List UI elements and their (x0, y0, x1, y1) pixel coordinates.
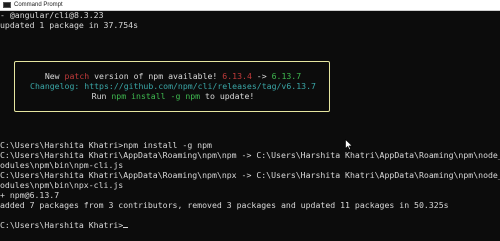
final-prompt-line[interactable]: C:\Users\Harshita Khatri> (0, 220, 129, 230)
package-name: @angular/cli@8.3.23 (4, 11, 104, 20)
output-line-2: updated 1 package in 37.754s (0, 20, 139, 30)
output-line-6: odules\npm\bin\npx-cli.js (0, 180, 124, 190)
changelog-label: Changelog: (30, 81, 85, 91)
notice-text: Run (91, 91, 112, 101)
output-line-4: odules\npm\bin\npm-cli.js (0, 160, 124, 170)
changelog-link[interactable]: https://github.com/npm/cli/releases/tag/… (84, 81, 316, 91)
prompt: C:\Users\Harshita Khatri> (0, 220, 124, 230)
new-version: 6.13.7 (271, 71, 302, 81)
notice-patch: patch (64, 71, 90, 81)
output-line-3: C:\Users\Harshita Khatri\AppData\Roaming… (0, 150, 500, 160)
notice-text: version of npm available! (89, 71, 223, 81)
window-title: Command Prompt (14, 2, 63, 8)
command-line: C:\Users\Harshita Khatri>npm install -g … (0, 140, 212, 150)
notice-text: to update! (200, 91, 255, 101)
update-notice-box: New patch version of npm available! 6.13… (14, 61, 330, 112)
command-text: npm install -g npm (123, 140, 212, 150)
current-version: 6.13.4 (222, 71, 252, 81)
output-line-1: - @angular/cli@8.3.23 (0, 11, 104, 20)
notice-line-3: Run npm install -g npm to update! (15, 91, 331, 101)
output-line-7: + npm@6.13.7 (0, 190, 60, 200)
mouse-pointer-icon (345, 139, 353, 151)
output-line-8: added 7 packages from 3 contributors, re… (0, 200, 449, 210)
notice-text: New (44, 71, 65, 81)
text-cursor (123, 227, 129, 228)
notice-line-1: New patch version of npm available! 6.13… (15, 71, 331, 81)
terminal-output[interactable]: - @angular/cli@8.3.23 updated 1 package … (0, 11, 500, 241)
output-line-5: C:\Users\Harshita Khatri\AppData\Roaming… (0, 170, 500, 180)
command-prompt-window: Command Prompt - @angular/cli@8.3.23 upd… (0, 0, 500, 241)
terminal-icon (3, 2, 11, 8)
notice-arrow: -> (251, 71, 272, 81)
title-bar[interactable]: Command Prompt (0, 0, 500, 11)
notice-line-2: Changelog: https://github.com/npm/cli/re… (15, 81, 331, 91)
prompt: C:\Users\Harshita Khatri> (0, 140, 124, 150)
update-command: npm install -g npm (111, 91, 201, 101)
